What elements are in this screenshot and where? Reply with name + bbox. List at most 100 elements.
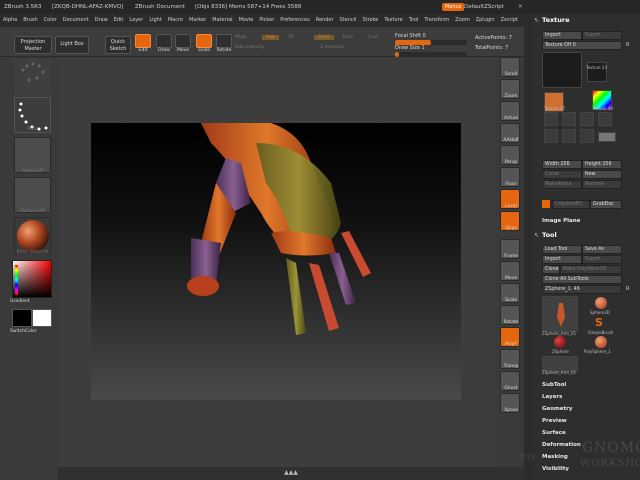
shelf-local-button[interactable]: Local [500, 189, 520, 209]
menu-item-document[interactable]: Document [63, 17, 89, 23]
texture-export-button[interactable]: Export [582, 31, 622, 40]
menu-item-material[interactable]: Material [212, 17, 232, 23]
shelf-xpose-button[interactable]: Xpose [500, 393, 520, 413]
menu-item-zscript[interactable]: Zscript [501, 17, 518, 23]
subpalette-surface[interactable]: Surface [542, 430, 566, 436]
tool-palette-icon[interactable]: ↖ [534, 232, 539, 239]
texture-r-toggle[interactable]: R [626, 42, 629, 48]
document-viewport[interactable] [91, 123, 461, 400]
texture-palette-icon[interactable]: ↖ [534, 17, 539, 24]
secondary-color-swatch[interactable] [32, 309, 52, 327]
gradient-label[interactable]: Gradient [10, 299, 55, 304]
shelf-polyf-button[interactable]: PolyF [500, 327, 520, 347]
menu-item-tool[interactable]: Tool [409, 17, 419, 23]
menu-item-edit[interactable]: Edit [114, 17, 124, 23]
shelf-move-button[interactable]: Move [500, 261, 520, 281]
shelf-qxyz-button[interactable]: Qxyz [500, 211, 520, 231]
tool-export-button[interactable]: Export [582, 255, 622, 264]
simple-brush-icon[interactable]: S [595, 316, 603, 329]
zsub-label[interactable]: Zsub [342, 35, 353, 40]
grabdoc-button[interactable]: GrabDoc [590, 200, 622, 209]
subpalette-deformation[interactable]: Deformation [542, 442, 581, 448]
tool-slot-sphere3d[interactable] [595, 297, 607, 309]
menu-item-marker[interactable]: Marker [189, 17, 206, 23]
texture-new-button[interactable]: New [582, 170, 622, 179]
tool-draw-button[interactable]: Draw [155, 34, 173, 54]
shelf-floor-button[interactable]: Floor [500, 167, 520, 187]
rgb-intensity-label[interactable]: Rgb Intensity [235, 45, 265, 50]
material-button[interactable] [14, 217, 51, 253]
current-tool-selector[interactable]: ZSphere_1. 46 [542, 285, 622, 294]
make-polymesh-button[interactable]: Make PolyMesh3D [560, 265, 622, 274]
menu-item-zoom[interactable]: Zoom [455, 17, 469, 23]
tool-edit-button[interactable]: Edit [134, 34, 152, 54]
main-color-swatch[interactable] [12, 309, 32, 327]
subpalette-masking[interactable]: Masking [542, 454, 568, 460]
subpalette-preview[interactable]: Preview [542, 418, 567, 424]
subpalette-layers[interactable]: Layers [542, 394, 562, 400]
texture-op-6[interactable] [562, 129, 576, 143]
menu-item-draw[interactable]: Draw [95, 17, 108, 23]
menu-item-stencil[interactable]: Stencil [340, 17, 357, 23]
menu-item-texture[interactable]: Texture [384, 17, 402, 23]
tool-move-button[interactable]: Move [174, 34, 192, 54]
texture-clone-button[interactable]: Clone [542, 170, 582, 179]
texture-op-7[interactable] [580, 129, 594, 143]
tool-slot-zsphere-arm[interactable] [542, 296, 578, 332]
tray-divider[interactable] [524, 14, 532, 480]
texture-button[interactable] [14, 177, 51, 213]
menu-item-macro[interactable]: Macro [168, 17, 183, 23]
texture-slot-large[interactable] [542, 52, 582, 88]
z-intensity-label[interactable]: Z Intensity [320, 45, 344, 50]
menu-item-stroke[interactable]: Stroke [362, 17, 378, 23]
color-picker[interactable] [12, 260, 52, 298]
texture-width[interactable]: Width 256 [542, 160, 582, 169]
menu-item-picker[interactable]: Picker [259, 17, 274, 23]
load-tool-button[interactable]: Load Tool [542, 245, 582, 254]
menu-item-preferences[interactable]: Preferences [280, 17, 309, 23]
texture-op-5[interactable] [544, 129, 558, 143]
menu-item-transform[interactable]: Transform [424, 17, 449, 23]
menu-item-color[interactable]: Color [44, 17, 57, 23]
texture-op-1[interactable] [544, 112, 558, 126]
default-zscript[interactable]: DefaultZScript [464, 0, 504, 14]
tool-rotate-button[interactable]: Rotate [215, 34, 233, 54]
tool-clone-button[interactable]: Clone [542, 265, 560, 274]
texture-height[interactable]: Height 256 [582, 160, 622, 169]
menu-item-movie[interactable]: Movie [239, 17, 254, 23]
save-as-button[interactable]: Save As [582, 245, 622, 254]
quick-sketch-button[interactable]: Quick Sketch [105, 36, 131, 54]
texture-op-8[interactable] [598, 132, 616, 142]
tool-scale-button[interactable]: Scale [195, 34, 213, 54]
stroke-button[interactable] [14, 59, 51, 95]
lightbox-button[interactable]: Light Box [55, 36, 89, 54]
texture-op-2[interactable] [562, 112, 576, 126]
image-plane-subpalette[interactable]: Image Plane [542, 218, 580, 224]
switch-color-label[interactable]: SwitchColor [10, 329, 55, 334]
menu-item-layer[interactable]: Layer [129, 17, 143, 23]
shelf-actual-button[interactable]: Actual [500, 101, 520, 121]
texture-remove-button[interactable]: Remove [582, 180, 622, 189]
mrgb-label[interactable]: Mrgb [235, 35, 246, 40]
texture-import-button[interactable]: Import [542, 31, 582, 40]
subpalette-subtool[interactable]: SubTool [542, 382, 566, 388]
menus-button[interactable]: Menus [442, 3, 465, 11]
menu-item-brush[interactable]: Brush [23, 17, 37, 23]
menu-item-render[interactable]: Render [316, 17, 334, 23]
close-icon[interactable]: ✕ [518, 0, 523, 14]
hue-strip[interactable] [15, 265, 18, 295]
shelf-scroll-button[interactable]: Scroll [500, 57, 520, 77]
menu-item-zplugin[interactable]: Zplugin [476, 17, 495, 23]
subpalette-visibility[interactable]: Visibility [542, 466, 569, 472]
menu-item-alpha[interactable]: Alpha [3, 17, 17, 23]
tool-slot-zsphere[interactable] [554, 336, 566, 348]
shelf-rotate-button[interactable]: Rotate [500, 305, 520, 325]
shelf-ghost-button[interactable]: Ghost [500, 371, 520, 391]
shelf-frame-button[interactable]: Frame [500, 239, 520, 259]
clone-all-subtools-button[interactable]: Clone All SubTools [542, 275, 622, 284]
shelf-transp-button[interactable]: Transp [500, 349, 520, 369]
cropandfill-button[interactable]: CropAndFill [552, 200, 590, 209]
tool-import-button[interactable]: Import [542, 255, 582, 264]
make-alpha-button[interactable]: MakeAlpha [542, 180, 582, 189]
subpalette-geometry[interactable]: Geometry [542, 406, 572, 412]
